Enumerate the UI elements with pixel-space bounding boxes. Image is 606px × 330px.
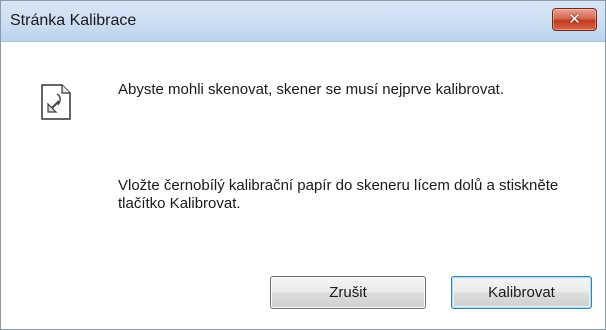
close-icon: ✕ [568, 10, 581, 28]
document-arrow-icon [41, 84, 71, 120]
calibration-dialog: Stránka Kalibrace ✕ Abyste mohli skenova… [0, 0, 606, 330]
window-title: Stránka Kalibrace [10, 12, 137, 29]
close-button[interactable]: ✕ [552, 8, 597, 31]
calibration-required-message: Abyste mohli skenovat, skener se musí ne… [118, 81, 505, 98]
cancel-button[interactable]: Zrušit [270, 276, 426, 309]
dialog-content: Abyste mohli skenovat, skener se musí ne… [1, 42, 605, 329]
title-bar[interactable]: Stránka Kalibrace ✕ [1, 1, 605, 42]
calibrate-button[interactable]: Kalibrovat [451, 276, 592, 309]
insert-paper-instruction: Vložte černobílý kalibrační papír do ske… [118, 177, 559, 212]
